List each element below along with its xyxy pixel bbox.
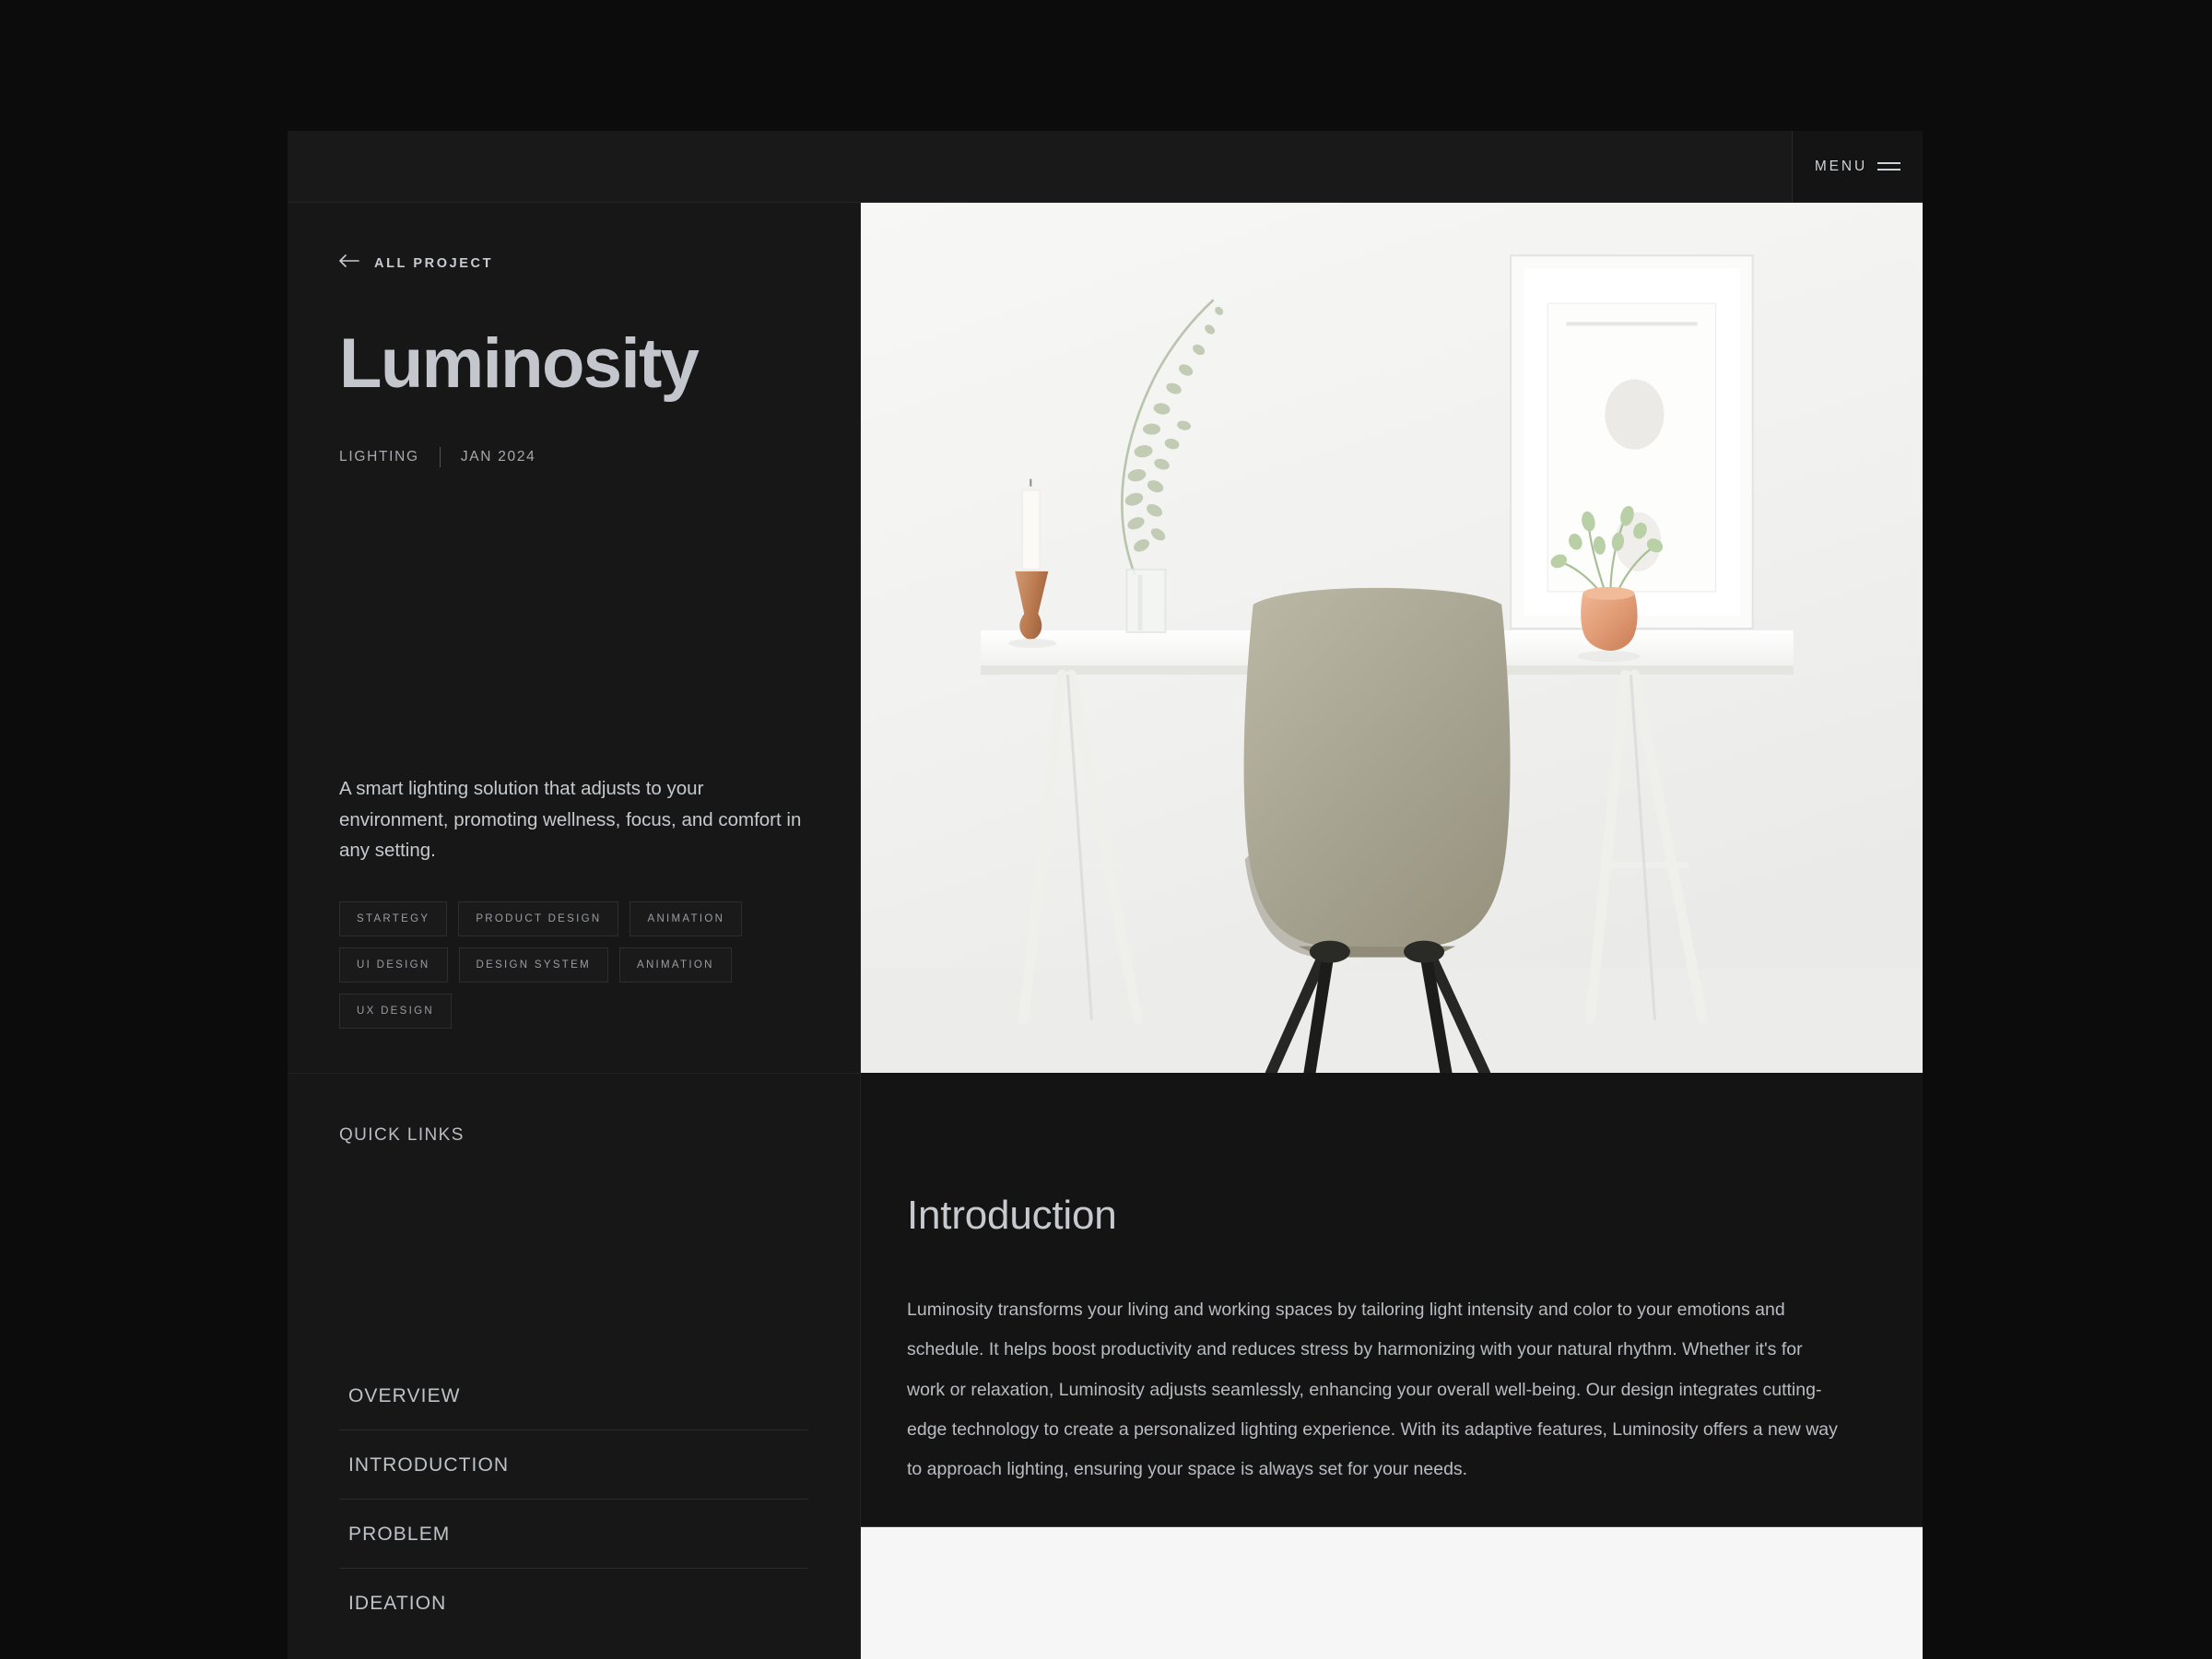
- tag-chip[interactable]: DESIGN SYSTEM: [458, 947, 608, 982]
- back-link-label: ALL PROJECT: [374, 255, 494, 271]
- project-meta: LIGHTING JAN 2024: [339, 447, 808, 467]
- project-date: JAN 2024: [460, 449, 536, 465]
- introduction-section: Introduction Luminosity transforms your …: [861, 1073, 1923, 1526]
- tag-chip[interactable]: UI DESIGN: [339, 947, 448, 982]
- arrow-left-icon: [339, 254, 359, 272]
- quick-link-ideation[interactable]: IDEATION: [339, 1568, 808, 1637]
- top-header-bar: MENU: [288, 131, 1923, 203]
- left-sidebar: ALL PROJECT Luminosity LIGHTING JAN 2024…: [288, 203, 861, 1659]
- next-section-panel: [861, 1526, 1923, 1659]
- page-title: Luminosity: [339, 324, 700, 403]
- meta-divider: [439, 447, 441, 467]
- tag-chip[interactable]: STARTEGY: [339, 901, 448, 936]
- project-page: MENU ALL PROJECT Luminosity LIGHTING JAN…: [288, 131, 1923, 1659]
- quick-link-introduction[interactable]: INTRODUCTION: [339, 1430, 808, 1499]
- quick-links-block: QUICK LINKS OVERVIEW INTRODUCTION PROBLE…: [288, 1074, 860, 1659]
- back-to-all-projects-link[interactable]: ALL PROJECT: [339, 254, 493, 272]
- tag-chip[interactable]: ANIMATION: [629, 901, 743, 936]
- tag-chip[interactable]: PRODUCT DESIGN: [458, 901, 619, 936]
- introduction-body: Luminosity transforms your living and wo…: [907, 1300, 1838, 1480]
- quick-links-title: QUICK LINKS: [339, 1125, 465, 1145]
- tag-chip[interactable]: ANIMATION: [618, 947, 732, 982]
- hamburger-icon: [1877, 162, 1901, 171]
- project-intro-block: ALL PROJECT Luminosity LIGHTING JAN 2024…: [288, 203, 860, 1074]
- quick-links-nav: OVERVIEW INTRODUCTION PROBLEM IDEATION: [339, 1361, 808, 1637]
- main-content: Introduction Luminosity transforms your …: [861, 203, 1923, 1659]
- quick-link-overview[interactable]: OVERVIEW: [339, 1361, 808, 1430]
- page-body: ALL PROJECT Luminosity LIGHTING JAN 2024…: [288, 203, 1923, 1659]
- menu-button[interactable]: MENU: [1792, 131, 1923, 202]
- tag-chip[interactable]: UX DESIGN: [339, 994, 452, 1029]
- menu-label: MENU: [1814, 158, 1868, 174]
- quick-link-problem[interactable]: PROBLEM: [339, 1499, 808, 1568]
- project-category: LIGHTING: [339, 449, 419, 465]
- project-tag-list: STARTEGY PRODUCT DESIGN ANIMATION UI DES…: [339, 901, 808, 1029]
- project-description: A smart lighting solution that adjusts t…: [339, 778, 802, 862]
- hero-image: [861, 203, 1923, 1073]
- introduction-heading: Introduction: [907, 1193, 1117, 1238]
